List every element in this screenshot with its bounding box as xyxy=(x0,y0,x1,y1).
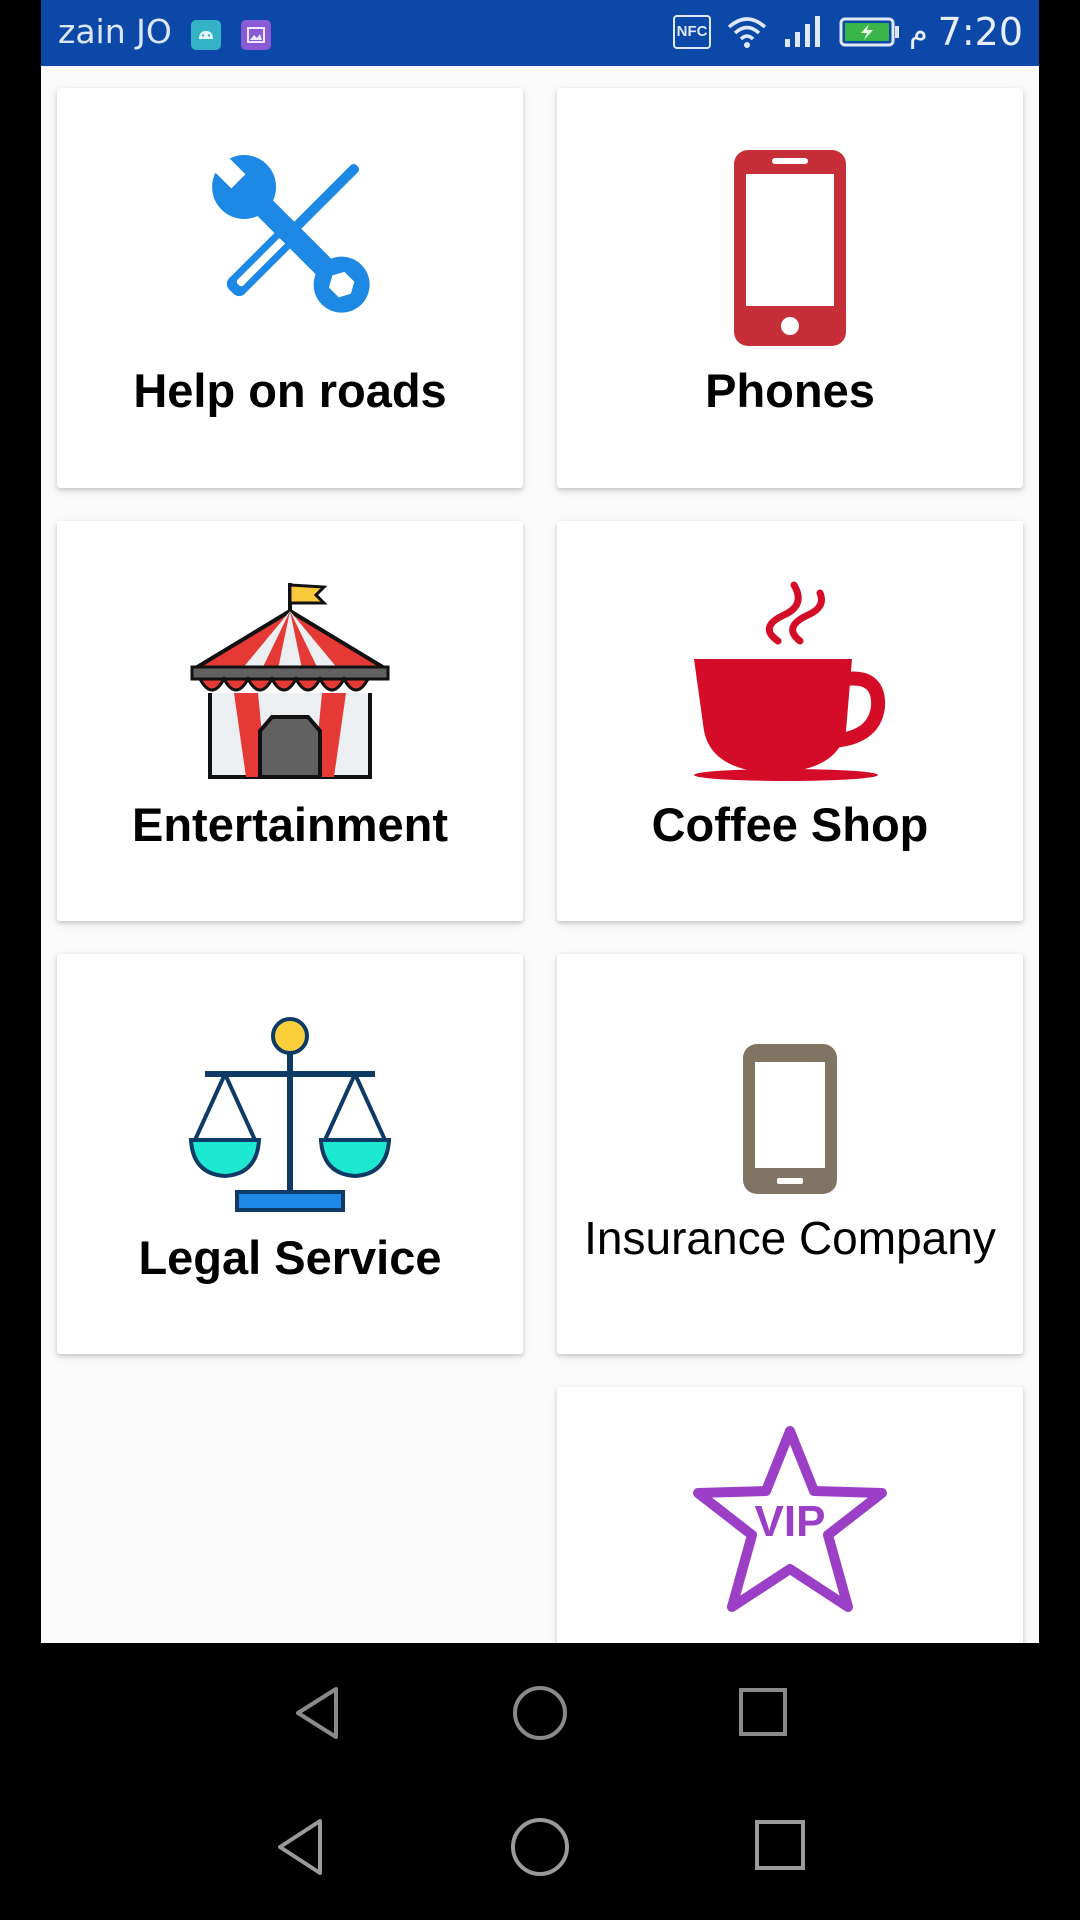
tile-label: Phones xyxy=(705,364,875,417)
wrench-screwdriver-icon xyxy=(210,153,370,313)
recents-icon[interactable] xyxy=(738,1687,788,1737)
tile-insurance-company[interactable]: Insurance Company xyxy=(557,954,1023,1354)
recents-icon[interactable] xyxy=(754,1819,806,1871)
tile-legal-service[interactable]: Legal Service xyxy=(57,954,523,1354)
home-icon[interactable] xyxy=(512,1685,568,1741)
back-icon[interactable] xyxy=(292,1685,342,1741)
coffee-cup-icon xyxy=(694,581,886,781)
signal-icon xyxy=(785,16,821,47)
vip-star-icon: VIP xyxy=(693,1426,887,1612)
android-notification-icon xyxy=(191,20,221,50)
status-icons: NFC م 7:20 xyxy=(673,10,1023,54)
mobile-phone-icon xyxy=(743,1044,837,1194)
battery-charging-icon xyxy=(839,17,900,47)
tile-label: Coffee Shop xyxy=(651,798,929,851)
svg-text:VIP: VIP xyxy=(755,1497,826,1546)
tile-label: Help on roads xyxy=(133,364,447,417)
carrier-name: zain JO xyxy=(58,12,172,51)
navigation-bar xyxy=(0,1643,1080,1773)
circus-tent-icon xyxy=(190,583,390,779)
am-pm-indicator: م xyxy=(909,14,928,50)
tile-label: Legal Service xyxy=(138,1231,442,1284)
wifi-icon xyxy=(727,17,767,48)
clock: 7:20 xyxy=(937,10,1023,54)
gallery-notification-icon xyxy=(241,20,271,50)
tile-phones[interactable]: Phones xyxy=(557,88,1023,488)
nfc-icon: NFC xyxy=(673,15,712,49)
back-icon[interactable] xyxy=(274,1817,326,1877)
smartphone-icon xyxy=(734,150,846,346)
navigation-bar-secondary xyxy=(0,1773,1080,1920)
app-screen: zain JO NFC م 7:20 Help on roads Phones … xyxy=(41,0,1039,1643)
scales-of-justice-icon xyxy=(188,1017,392,1212)
tile-label: Entertainment xyxy=(132,798,448,851)
status-bar: zain JO NFC م 7:20 xyxy=(41,0,1039,66)
tile-label: Insurance Company xyxy=(584,1212,996,1264)
tile-vip[interactable]: VIP xyxy=(557,1387,1023,1643)
tile-entertainment[interactable]: Entertainment xyxy=(57,521,523,921)
home-icon[interactable] xyxy=(510,1817,570,1877)
tile-coffee-shop[interactable]: Coffee Shop xyxy=(557,521,1023,921)
tile-help-on-roads[interactable]: Help on roads xyxy=(57,88,523,488)
